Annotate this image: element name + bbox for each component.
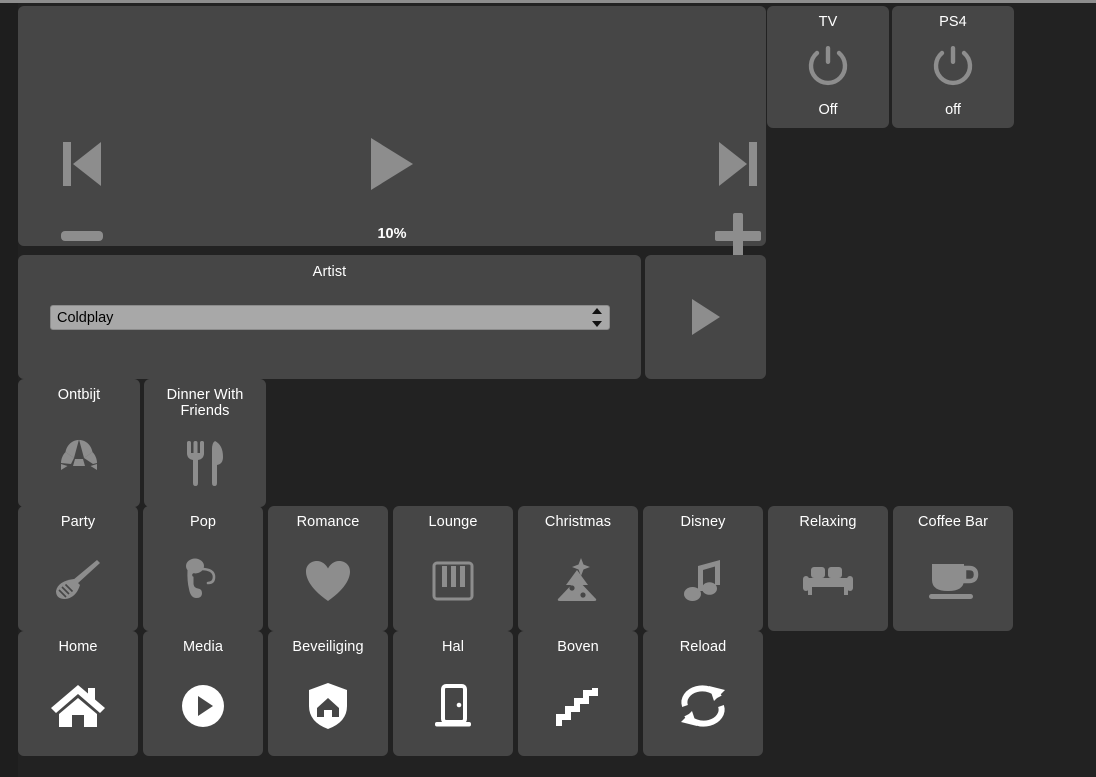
home-icon [51,685,105,727]
tile-ontbijt[interactable]: Ontbijt [18,379,140,507]
tile-reload-icon-slot [643,656,763,756]
tile-ps4-icon-slot [892,31,1014,102]
skip-next-icon [719,142,757,186]
tile-tv-label: TV [818,14,838,30]
artist-select[interactable]: Coldplay [50,305,610,330]
tile-media-label: Media [183,639,223,655]
coffee-cup-icon [929,564,979,599]
tile-disney-icon-slot [643,531,763,631]
artist-select-wrapper: Coldplay [50,305,610,330]
tile-beveiliging[interactable]: Beveiliging [268,631,388,756]
tile-beveiliging-icon-slot [268,656,388,756]
tile-coffee-bar-label: Coffee Bar [917,514,989,530]
tile-home[interactable]: Home [18,631,138,756]
tile-christmas-icon-slot [518,531,638,631]
tile-reload-label: Reload [679,639,727,655]
door-icon [435,684,471,727]
play-icon [371,138,413,190]
tile-dinner-with-friends[interactable]: Dinner With Friends [144,379,266,507]
tile-pop-label: Pop [189,514,217,530]
tile-ps4[interactable]: PS4 off [892,6,1014,128]
tile-dinner-label: Dinner With Friends [166,387,244,419]
tile-hal[interactable]: Hal [393,631,513,756]
tile-christmas[interactable]: Christmas [518,506,638,631]
tile-christmas-label: Christmas [544,514,612,530]
artist-panel-title: Artist [312,264,347,280]
artist-play-button[interactable] [645,255,766,379]
skip-previous-button[interactable] [44,119,120,209]
tile-coffee-bar[interactable]: Coffee Bar [893,506,1013,631]
tile-romance-icon-slot [268,531,388,631]
tile-relaxing-label: Relaxing [799,514,857,530]
play-icon [691,299,720,335]
stairs-icon [556,688,598,726]
tile-romance[interactable]: Romance [268,506,388,631]
guitar-icon [56,560,100,599]
sofa-icon [803,567,853,595]
power-icon [808,45,848,85]
croissant-icon [61,439,97,470]
tile-romance-label: Romance [296,514,360,530]
tile-disney-label: Disney [680,514,726,530]
music-note-icon [684,560,720,601]
christmas-tree-icon [557,558,597,601]
tile-media[interactable]: Media [143,631,263,756]
tile-home-icon-slot [18,656,138,756]
heart-icon [306,561,350,601]
tile-tv-state: Off [818,102,838,118]
play-circle-icon [182,685,224,727]
tile-disney[interactable]: Disney [643,506,763,631]
tile-coffee-bar-icon-slot [893,531,1013,631]
tile-relaxing[interactable]: Relaxing [768,506,888,631]
dashboard-stage: 10% TV Off PS4 off Artist Coldplay Ontbi… [18,3,1096,777]
cutlery-icon [187,441,223,486]
skip-next-button[interactable] [700,119,776,209]
tile-party-icon-slot [18,531,138,631]
tile-hal-icon-slot [393,656,513,756]
artist-play-icon-slot [645,255,766,379]
volume-percent-label: 10% [377,226,407,242]
tile-lounge-label: Lounge [428,514,478,530]
tile-tv-icon-slot [767,31,889,102]
tile-reload[interactable]: Reload [643,631,763,756]
media-player-panel: 10% [18,6,766,259]
power-icon [933,45,973,85]
tile-tv[interactable]: TV Off [767,6,889,128]
tile-party[interactable]: Party [18,506,138,631]
shield-home-icon [309,683,347,729]
tile-pop[interactable]: Pop [143,506,263,631]
skip-previous-icon [63,142,101,186]
tile-relaxing-icon-slot [768,531,888,631]
microphone-icon [186,558,216,598]
tile-ontbijt-label: Ontbijt [57,387,101,403]
artist-panel: Artist Coldplay [18,255,641,379]
tile-lounge-icon-slot [393,531,513,631]
tile-lounge[interactable]: Lounge [393,506,513,631]
tile-media-icon-slot [143,656,263,756]
tile-home-label: Home [58,639,98,655]
dashboard-root: 10% TV Off PS4 off Artist Coldplay Ontbi… [0,0,1096,777]
tile-beveiliging-label: Beveiliging [292,639,364,655]
tile-boven-icon-slot [518,656,638,756]
tile-boven[interactable]: Boven [518,631,638,756]
tile-pop-icon-slot [143,531,263,631]
refresh-icon [681,685,725,727]
tile-boven-label: Boven [557,639,599,655]
tile-hal-label: Hal [441,639,465,655]
tile-party-label: Party [60,514,96,530]
play-button[interactable] [354,119,430,209]
tile-dinner-icon-slot [144,419,266,507]
transport-controls [18,119,766,209]
tile-ps4-state: off [945,102,961,118]
tile-ontbijt-icon-slot [18,404,140,507]
left-gutter [0,3,18,777]
piano-icon [432,561,474,601]
tile-ps4-label: PS4 [939,14,967,30]
